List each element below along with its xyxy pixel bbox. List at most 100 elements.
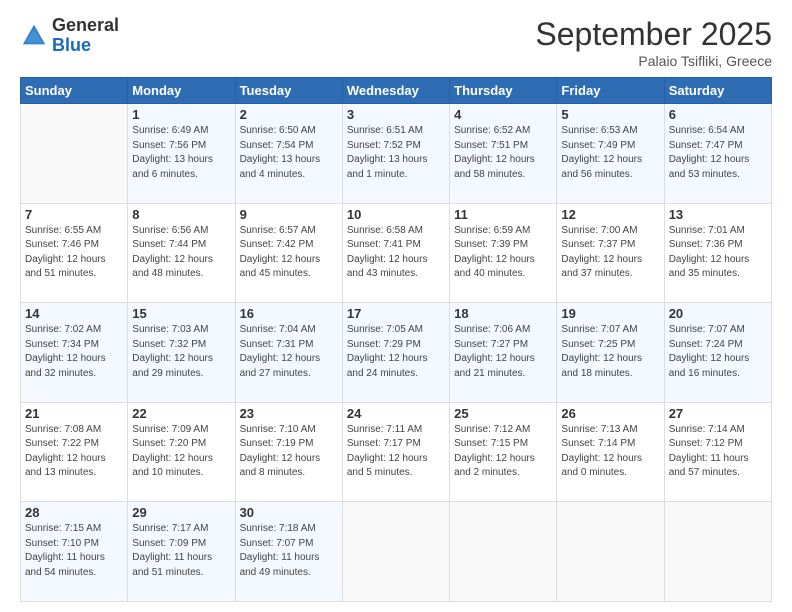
- day-info: Sunrise: 7:05 AM Sunset: 7:29 PM Dayligh…: [347, 323, 445, 381]
- day-header-sunday: Sunday: [21, 78, 128, 104]
- location-subtitle: Palaio Tsifliki, Greece: [535, 53, 772, 69]
- day-number: 30: [240, 505, 338, 520]
- day-info: Sunrise: 6:52 AM Sunset: 7:51 PM Dayligh…: [454, 124, 552, 182]
- day-number: 9: [240, 207, 338, 222]
- day-info: Sunrise: 6:58 AM Sunset: 7:41 PM Dayligh…: [347, 224, 445, 282]
- day-header-saturday: Saturday: [664, 78, 771, 104]
- calendar-day-cell: 13Sunrise: 7:01 AM Sunset: 7:36 PM Dayli…: [664, 203, 771, 303]
- calendar-day-cell: 1Sunrise: 6:49 AM Sunset: 7:56 PM Daylig…: [128, 104, 235, 204]
- day-info: Sunrise: 7:03 AM Sunset: 7:32 PM Dayligh…: [132, 323, 230, 381]
- day-info: Sunrise: 6:51 AM Sunset: 7:52 PM Dayligh…: [347, 124, 445, 182]
- calendar-week-row: 14 Sunrise: 7:02 AM Sunset: 7:34 PM Dayli…: [21, 303, 772, 403]
- day-info: Sunrise: 7:06 AM Sunset: 7:27 PM Dayligh…: [454, 323, 552, 381]
- day-number: 3: [347, 107, 445, 122]
- calendar-day-cell: 6 Sunrise: 6:54 AM Sunset: 7:47 PM Daylig…: [664, 104, 771, 204]
- day-number: 26: [561, 406, 659, 421]
- calendar-day-cell: 27Sunrise: 7:14 AM Sunset: 7:12 PM Dayli…: [664, 402, 771, 502]
- day-number: 28: [25, 505, 123, 520]
- calendar-table: SundayMondayTuesdayWednesdayThursdayFrid…: [20, 77, 772, 602]
- calendar-day-cell: 28 Sunrise: 7:15 AM Sunset: 7:10 PM Dayli…: [21, 502, 128, 602]
- logo-text: General Blue: [52, 16, 119, 56]
- day-info: Sunrise: 7:14 AM Sunset: 7:12 PM Dayligh…: [669, 423, 767, 481]
- day-info: Sunrise: 7:04 AM Sunset: 7:31 PM Dayligh…: [240, 323, 338, 381]
- day-number: 18: [454, 306, 552, 321]
- day-header-friday: Friday: [557, 78, 664, 104]
- month-title: September 2025: [535, 16, 772, 53]
- day-header-wednesday: Wednesday: [342, 78, 449, 104]
- calendar-day-cell: 20Sunrise: 7:07 AM Sunset: 7:24 PM Dayli…: [664, 303, 771, 403]
- calendar-week-row: 1Sunrise: 6:49 AM Sunset: 7:56 PM Daylig…: [21, 104, 772, 204]
- calendar-day-cell: 21 Sunrise: 7:08 AM Sunset: 7:22 PM Dayli…: [21, 402, 128, 502]
- calendar-day-cell: [21, 104, 128, 204]
- calendar-week-row: 21 Sunrise: 7:08 AM Sunset: 7:22 PM Dayli…: [21, 402, 772, 502]
- day-number: 23: [240, 406, 338, 421]
- calendar-day-cell: 24 Sunrise: 7:11 AM Sunset: 7:17 PM Dayli…: [342, 402, 449, 502]
- day-number: 1: [132, 107, 230, 122]
- day-info: Sunrise: 7:17 AM Sunset: 7:09 PM Dayligh…: [132, 522, 230, 580]
- day-info: Sunrise: 7:13 AM Sunset: 7:14 PM Dayligh…: [561, 423, 659, 481]
- day-number: 7: [25, 207, 123, 222]
- day-number: 12: [561, 207, 659, 222]
- calendar-day-cell: 23 Sunrise: 7:10 AM Sunset: 7:19 PM Dayli…: [235, 402, 342, 502]
- day-header-thursday: Thursday: [450, 78, 557, 104]
- day-number: 29: [132, 505, 230, 520]
- day-number: 16: [240, 306, 338, 321]
- day-header-monday: Monday: [128, 78, 235, 104]
- day-number: 20: [669, 306, 767, 321]
- calendar-day-cell: 5Sunrise: 6:53 AM Sunset: 7:49 PM Daylig…: [557, 104, 664, 204]
- day-info: Sunrise: 7:01 AM Sunset: 7:36 PM Dayligh…: [669, 224, 767, 282]
- day-number: 19: [561, 306, 659, 321]
- day-info: Sunrise: 7:07 AM Sunset: 7:25 PM Dayligh…: [561, 323, 659, 381]
- day-number: 10: [347, 207, 445, 222]
- day-number: 15: [132, 306, 230, 321]
- calendar-day-cell: 29 Sunrise: 7:17 AM Sunset: 7:09 PM Dayli…: [128, 502, 235, 602]
- day-info: Sunrise: 7:08 AM Sunset: 7:22 PM Dayligh…: [25, 423, 123, 481]
- day-info: Sunrise: 6:57 AM Sunset: 7:42 PM Dayligh…: [240, 224, 338, 282]
- calendar-day-cell: 15 Sunrise: 7:03 AM Sunset: 7:32 PM Dayli…: [128, 303, 235, 403]
- day-info: Sunrise: 6:56 AM Sunset: 7:44 PM Dayligh…: [132, 224, 230, 282]
- calendar-day-cell: 17 Sunrise: 7:05 AM Sunset: 7:29 PM Dayli…: [342, 303, 449, 403]
- day-number: 5: [561, 107, 659, 122]
- day-info: Sunrise: 7:11 AM Sunset: 7:17 PM Dayligh…: [347, 423, 445, 481]
- day-info: Sunrise: 6:54 AM Sunset: 7:47 PM Dayligh…: [669, 124, 767, 182]
- logo-icon: [20, 22, 48, 50]
- calendar-day-cell: [664, 502, 771, 602]
- calendar-day-cell: 3 Sunrise: 6:51 AM Sunset: 7:52 PM Daylig…: [342, 104, 449, 204]
- day-number: 22: [132, 406, 230, 421]
- day-number: 6: [669, 107, 767, 122]
- day-number: 4: [454, 107, 552, 122]
- day-info: Sunrise: 7:10 AM Sunset: 7:19 PM Dayligh…: [240, 423, 338, 481]
- calendar-day-cell: 2Sunrise: 6:50 AM Sunset: 7:54 PM Daylig…: [235, 104, 342, 204]
- day-number: 17: [347, 306, 445, 321]
- calendar-day-cell: 22Sunrise: 7:09 AM Sunset: 7:20 PM Dayli…: [128, 402, 235, 502]
- day-info: Sunrise: 6:50 AM Sunset: 7:54 PM Dayligh…: [240, 124, 338, 182]
- calendar-day-cell: 16 Sunrise: 7:04 AM Sunset: 7:31 PM Dayli…: [235, 303, 342, 403]
- day-number: 21: [25, 406, 123, 421]
- day-number: 14: [25, 306, 123, 321]
- day-info: Sunrise: 7:18 AM Sunset: 7:07 PM Dayligh…: [240, 522, 338, 580]
- calendar-day-cell: 25 Sunrise: 7:12 AM Sunset: 7:15 PM Dayli…: [450, 402, 557, 502]
- day-number: 8: [132, 207, 230, 222]
- day-info: Sunrise: 7:15 AM Sunset: 7:10 PM Dayligh…: [25, 522, 123, 580]
- day-number: 25: [454, 406, 552, 421]
- calendar-header-row: SundayMondayTuesdayWednesdayThursdayFrid…: [21, 78, 772, 104]
- calendar-day-cell: 4 Sunrise: 6:52 AM Sunset: 7:51 PM Daylig…: [450, 104, 557, 204]
- day-info: Sunrise: 6:59 AM Sunset: 7:39 PM Dayligh…: [454, 224, 552, 282]
- day-number: 24: [347, 406, 445, 421]
- title-block: September 2025 Palaio Tsifliki, Greece: [535, 16, 772, 69]
- header: General Blue September 2025 Palaio Tsifl…: [20, 16, 772, 69]
- day-info: Sunrise: 7:02 AM Sunset: 7:34 PM Dayligh…: [25, 323, 123, 381]
- day-number: 11: [454, 207, 552, 222]
- calendar-day-cell: 26 Sunrise: 7:13 AM Sunset: 7:14 PM Dayli…: [557, 402, 664, 502]
- logo: General Blue: [20, 16, 119, 56]
- calendar-day-cell: 30 Sunrise: 7:18 AM Sunset: 7:07 PM Dayli…: [235, 502, 342, 602]
- calendar-day-cell: [557, 502, 664, 602]
- day-info: Sunrise: 7:12 AM Sunset: 7:15 PM Dayligh…: [454, 423, 552, 481]
- calendar-day-cell: 14 Sunrise: 7:02 AM Sunset: 7:34 PM Dayli…: [21, 303, 128, 403]
- calendar-week-row: 28 Sunrise: 7:15 AM Sunset: 7:10 PM Dayli…: [21, 502, 772, 602]
- calendar-day-cell: 19 Sunrise: 7:07 AM Sunset: 7:25 PM Dayli…: [557, 303, 664, 403]
- page: General Blue September 2025 Palaio Tsifl…: [0, 0, 792, 612]
- calendar-day-cell: 12Sunrise: 7:00 AM Sunset: 7:37 PM Dayli…: [557, 203, 664, 303]
- day-header-tuesday: Tuesday: [235, 78, 342, 104]
- calendar-day-cell: 10 Sunrise: 6:58 AM Sunset: 7:41 PM Dayli…: [342, 203, 449, 303]
